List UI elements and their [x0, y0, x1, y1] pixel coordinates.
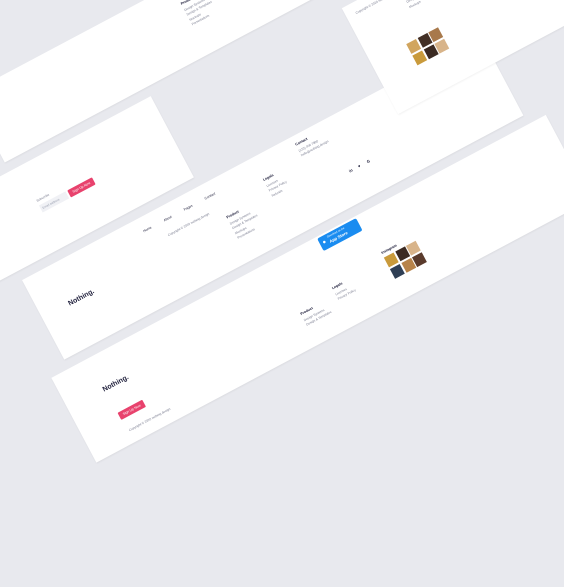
product-column: Product Design Systems Design & Template… [300, 300, 333, 329]
nav-home[interactable]: Home [142, 225, 152, 233]
app-store-button[interactable]: ● Download on the App Store [317, 218, 363, 252]
copyright-text: Copyright © 2020 nothing design [354, 0, 398, 15]
app-store-text: Download on the App Store [327, 227, 349, 244]
google-icon[interactable]: G [366, 158, 371, 164]
nav-pages[interactable]: Pages [183, 204, 193, 212]
nav-about[interactable]: About [163, 215, 173, 223]
product-column: Product Design Systems Design & Template… [180, 0, 220, 29]
legals-column: Legals Licenses Privacy Policy [331, 278, 358, 303]
get-started-button[interactable]: Sign Up Now [117, 399, 146, 420]
instagram-grid [406, 27, 450, 65]
product-column: Product Design Systems Design & Template… [400, 0, 436, 11]
brand-logo: Nothing. [101, 373, 131, 394]
nav-contact[interactable]: Contact [204, 192, 216, 201]
product-column: Product Design Systems Design & Template… [226, 204, 265, 243]
apple-icon: ● [321, 239, 328, 247]
legals-column: Legals Licenses Privacy Policy Refunds [262, 170, 291, 200]
linkedin-icon[interactable]: in [348, 167, 353, 173]
sign-up-button[interactable]: Sign Up Now [67, 177, 96, 198]
brand-logo: Nothing. [67, 288, 96, 308]
contact-column: Contact (123) 456 7890 hello@nothing.des… [295, 130, 330, 160]
rotated-stage: Product Design Systems Design & Template… [0, 0, 564, 531]
twitter-icon[interactable]: ♥ [357, 163, 361, 169]
